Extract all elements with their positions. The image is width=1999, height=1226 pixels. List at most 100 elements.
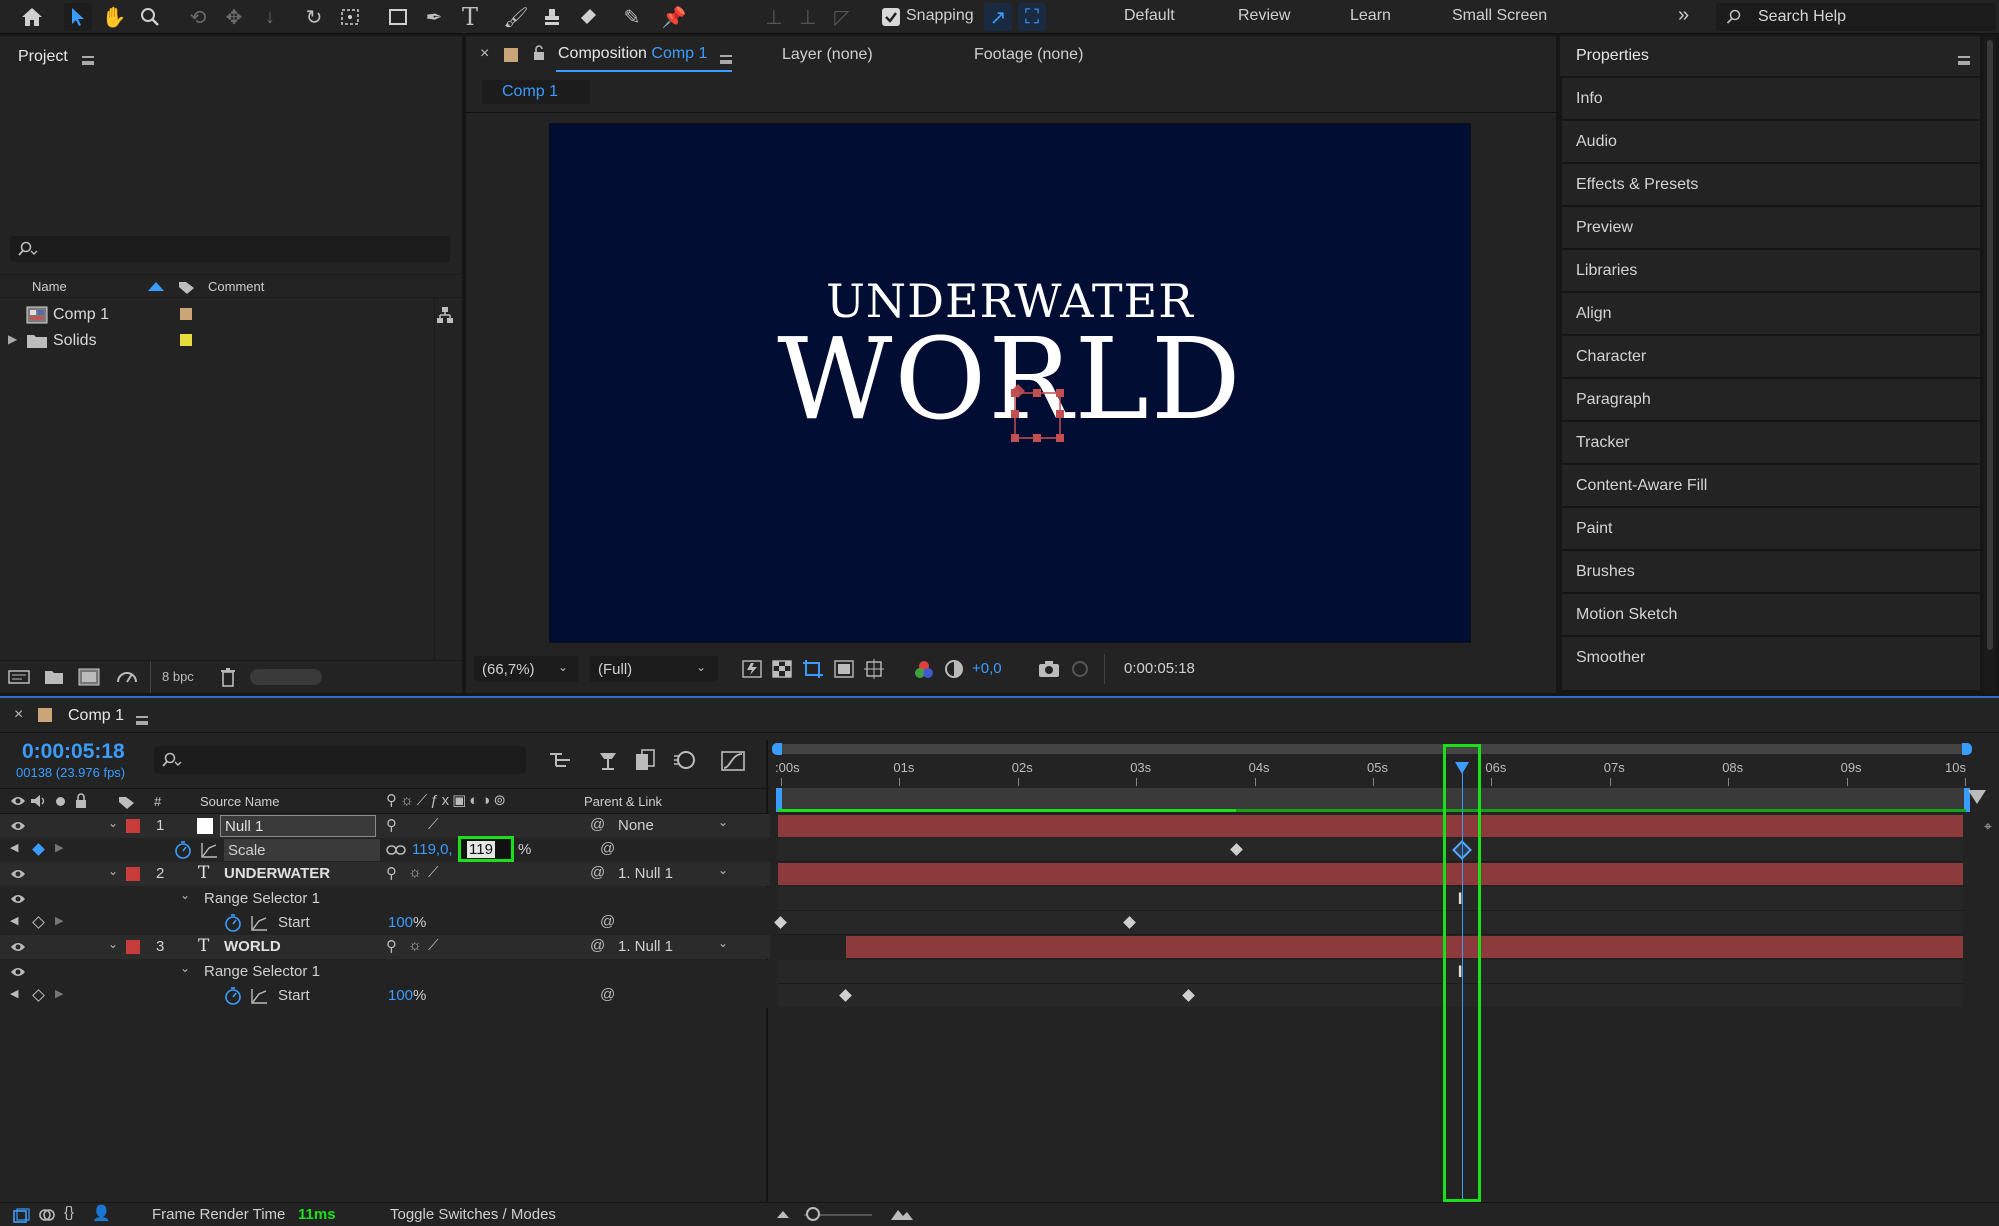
next-keyframe-icon[interactable]: ▶ xyxy=(55,914,63,927)
region-of-interest-icon[interactable] xyxy=(802,659,824,679)
exposure-value[interactable]: +0,0 xyxy=(972,660,1002,677)
panel-audio[interactable]: Audio xyxy=(1562,121,1980,163)
zoom-tool-icon[interactable] xyxy=(136,3,164,31)
interpret-footage-icon[interactable] xyxy=(8,670,30,684)
next-keyframe-icon[interactable]: ▶ xyxy=(55,841,63,854)
properties-scrollbar[interactable] xyxy=(1984,36,1996,693)
column-comment[interactable]: Comment xyxy=(208,279,264,294)
add-keyframe-icon[interactable] xyxy=(32,916,45,929)
constrain-proportions-link-icon[interactable] xyxy=(386,844,406,856)
add-keyframe-icon[interactable] xyxy=(32,843,45,856)
color-channels-icon[interactable] xyxy=(914,660,934,680)
label-tag-icon[interactable] xyxy=(178,279,196,295)
stopwatch-icon[interactable] xyxy=(224,987,242,1005)
snap-edges-icon[interactable]: ↗ xyxy=(984,3,1012,31)
parent-dropdown-underwater[interactable]: 1. Null 1 ⌄ xyxy=(612,863,736,885)
label-color-swatch[interactable] xyxy=(180,308,192,320)
null-layer-bounding-box[interactable] xyxy=(1010,382,1066,442)
close-tab-icon[interactable]: × xyxy=(480,45,489,63)
timeline-menu-icon[interactable] xyxy=(136,716,148,725)
eraser-tool-icon[interactable] xyxy=(574,3,602,31)
layer-row-null-1[interactable]: ⌄ 1 Null 1 ⚲ ⟋ @ None ⌄ xyxy=(0,814,770,838)
panel-info[interactable]: Info xyxy=(1562,78,1980,120)
pan-camera-icon[interactable]: ✥ xyxy=(220,3,248,31)
layer-name[interactable]: UNDERWATER xyxy=(224,865,330,882)
panel-effects-presets[interactable]: Effects & Presets xyxy=(1562,164,1980,206)
collapse-switch-icon[interactable]: ☼ xyxy=(408,937,422,954)
fast-previews-icon[interactable] xyxy=(742,660,762,678)
scale-y-input[interactable]: 119 xyxy=(458,836,514,862)
pickwhip-icon[interactable]: @ xyxy=(590,816,605,833)
composition-menu-icon[interactable] xyxy=(720,55,732,64)
snapping-checkbox[interactable] xyxy=(882,8,900,26)
column-name[interactable]: Name xyxy=(32,279,67,294)
shy-switch-icon[interactable]: ⚲ xyxy=(386,864,397,882)
pickwhip-icon[interactable]: @ xyxy=(590,864,605,881)
quality-switch-icon[interactable]: ⟋ xyxy=(428,864,439,881)
column-parent-link[interactable]: Parent & Link xyxy=(584,794,662,809)
parent-dropdown-null-1[interactable]: None ⌄ xyxy=(612,815,736,837)
collapse-arrow-icon[interactable]: ⌄ xyxy=(180,961,190,975)
panel-preview[interactable]: Preview xyxy=(1562,207,1980,249)
lock-icon[interactable] xyxy=(74,793,88,809)
layer-name-field[interactable]: Null 1 xyxy=(220,815,376,837)
tab-composition[interactable]: Composition Comp 1 xyxy=(558,45,707,63)
workspace-small-screen[interactable]: Small Screen xyxy=(1452,7,1547,25)
panel-paragraph[interactable]: Paragraph xyxy=(1562,379,1980,421)
brush-tool-icon[interactable]: 🖌 xyxy=(502,3,530,31)
layer-row-underwater[interactable]: ⌄ 2 T UNDERWATER ⚲ ☼ ⟋ @ 1. Null 1 ⌄ xyxy=(0,862,770,886)
layer-switches-pane-icon[interactable] xyxy=(12,1208,30,1224)
dolly-camera-icon[interactable]: ↓ xyxy=(256,3,284,31)
column-source-name[interactable]: Source Name xyxy=(200,794,279,809)
quality-switch-icon[interactable]: ⟋ xyxy=(428,937,439,954)
visibility-eye-icon[interactable] xyxy=(10,893,26,905)
comp-button-icon[interactable]: ⌖ xyxy=(1984,818,1992,835)
layer-label-color[interactable] xyxy=(126,940,140,954)
flowchart-icon[interactable] xyxy=(436,306,454,324)
panel-brushes[interactable]: Brushes xyxy=(1562,551,1980,593)
tab-footage[interactable]: Footage (none) xyxy=(974,46,1083,64)
layer-name[interactable]: WORLD xyxy=(224,938,281,955)
project-settings-icon[interactable] xyxy=(116,668,138,686)
zoom-out-mountain-icon[interactable] xyxy=(776,1209,790,1219)
pickwhip-icon[interactable]: @ xyxy=(590,937,605,954)
project-search-input[interactable] xyxy=(10,236,450,262)
visibility-eye-icon[interactable] xyxy=(10,966,26,978)
home-icon[interactable] xyxy=(18,3,46,31)
project-item-comp-1[interactable]: Comp 1 xyxy=(0,302,462,328)
layer-label-color[interactable] xyxy=(126,867,140,881)
in-out-pane-icon[interactable]: {} xyxy=(64,1204,74,1221)
pen-tool-icon[interactable]: ✒ xyxy=(420,3,448,31)
motion-blur-icon[interactable] xyxy=(672,748,696,772)
start-value-wrap[interactable]: 100% xyxy=(388,987,426,1004)
trash-icon[interactable] xyxy=(220,667,236,687)
layer-bar-world[interactable] xyxy=(846,936,1963,958)
properties-menu-icon[interactable] xyxy=(1958,56,1970,65)
property-name-field[interactable]: Scale xyxy=(224,839,380,861)
next-keyframe-icon[interactable]: ▶ xyxy=(55,987,63,1000)
project-menu-icon[interactable] xyxy=(82,56,94,65)
toggle-switches-modes[interactable]: Toggle Switches / Modes xyxy=(390,1206,556,1223)
time-navigator[interactable] xyxy=(772,743,1972,755)
bit-depth-label[interactable]: 8 bpc xyxy=(162,669,194,684)
collapse-arrow-icon[interactable]: ⌄ xyxy=(108,937,118,951)
stopwatch-icon[interactable] xyxy=(174,841,192,859)
comp-marker-bin-icon[interactable] xyxy=(1968,790,1986,804)
rectangle-tool-icon[interactable] xyxy=(384,3,412,31)
current-time[interactable]: 0:00:05:18 xyxy=(22,740,125,764)
stopwatch-icon[interactable] xyxy=(224,914,242,932)
panel-tracker[interactable]: Tracker xyxy=(1562,422,1980,464)
shy-switch-icon[interactable]: ⚲ xyxy=(386,816,397,834)
graph-icon[interactable] xyxy=(250,988,268,1004)
navigator-end-handle[interactable] xyxy=(1962,743,1972,755)
comp-breadcrumb[interactable]: Comp 1 xyxy=(482,80,590,104)
expression-pickwhip-icon[interactable]: @ xyxy=(600,986,615,1003)
expression-pickwhip-icon[interactable]: @ xyxy=(600,913,615,930)
new-folder-icon[interactable] xyxy=(44,669,64,685)
property-row-range-selector-underwater[interactable]: ⌄ Range Selector 1 xyxy=(0,887,770,911)
navigator-start-handle[interactable] xyxy=(772,743,782,755)
workspace-default[interactable]: Default xyxy=(1124,7,1175,25)
panel-smoother[interactable]: Smoother xyxy=(1562,637,1980,691)
layer-label-color[interactable] xyxy=(126,819,140,833)
quality-switch-icon[interactable]: ⟋ xyxy=(428,816,439,833)
